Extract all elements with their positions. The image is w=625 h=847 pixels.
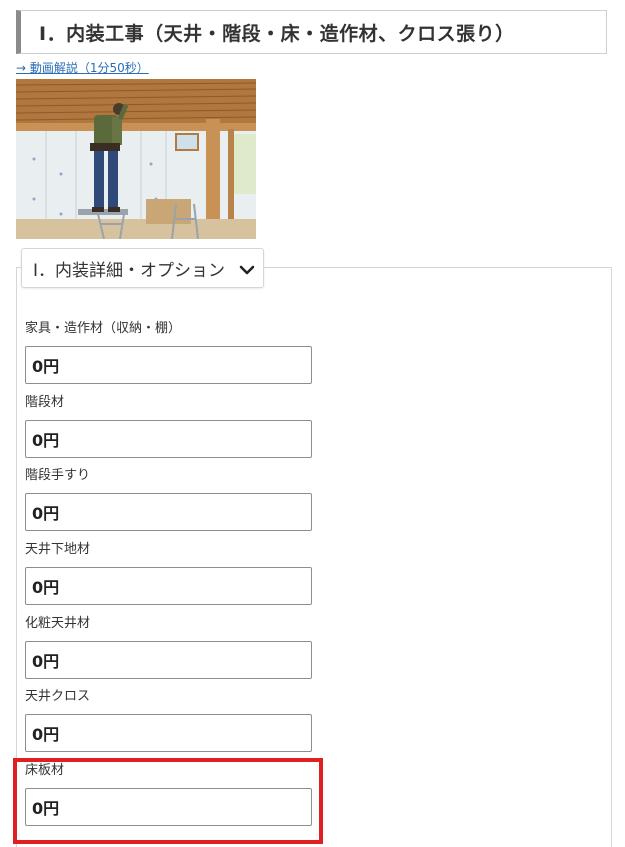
field-label: 化粧天井材 bbox=[25, 616, 91, 631]
field-ceiling-wallpaper: 天井クロス 0円 bbox=[25, 688, 313, 752]
field-label: 階段材 bbox=[25, 395, 65, 410]
field-stair-material: 階段材 0円 bbox=[25, 394, 313, 458]
stair-handrail-input[interactable]: 0円 bbox=[25, 493, 312, 531]
video-explanation-link[interactable]: → 動画解説（1分50秒） bbox=[16, 59, 149, 76]
ceiling-wallpaper-input[interactable]: 0円 bbox=[25, 714, 312, 752]
highlight-box bbox=[13, 758, 323, 844]
field-stair-handrail: 階段手すり 0円 bbox=[25, 467, 313, 531]
interior-work-photo bbox=[16, 79, 256, 239]
furniture-fittings-input[interactable]: 0円 bbox=[25, 346, 312, 384]
field-ceiling-base-material: 天井下地材 0円 bbox=[25, 541, 313, 605]
field-label: 階段手すり bbox=[25, 468, 91, 483]
section-heading: Ⅰ．内装工事（天井・階段・床・造作材、クロス張り） bbox=[16, 10, 607, 54]
section-heading-text: Ⅰ．内装工事（天井・階段・床・造作材、クロス張り） bbox=[39, 22, 515, 45]
interior-details-toggle[interactable]: Ⅰ．内装詳細・オプション bbox=[21, 248, 264, 288]
field-label: 天井クロス bbox=[25, 689, 91, 704]
stair-material-input[interactable]: 0円 bbox=[25, 420, 312, 458]
field-decorative-ceiling-material: 化粧天井材 0円 bbox=[25, 615, 313, 679]
field-label: 家具・造作材（収納・棚） bbox=[25, 321, 182, 336]
chevron-down-icon bbox=[239, 261, 255, 281]
interior-details-toggle-label: Ⅰ．内装詳細・オプション bbox=[33, 260, 226, 281]
page: Ⅰ．内装工事（天井・階段・床・造作材、クロス張り） → 動画解説（1分50秒） bbox=[0, 0, 625, 847]
ceiling-base-material-input[interactable]: 0円 bbox=[25, 567, 312, 605]
field-furniture-fittings: 家具・造作材（収納・棚） 0円 bbox=[25, 320, 313, 384]
field-label: 天井下地材 bbox=[25, 542, 91, 557]
decorative-ceiling-material-input[interactable]: 0円 bbox=[25, 641, 312, 679]
